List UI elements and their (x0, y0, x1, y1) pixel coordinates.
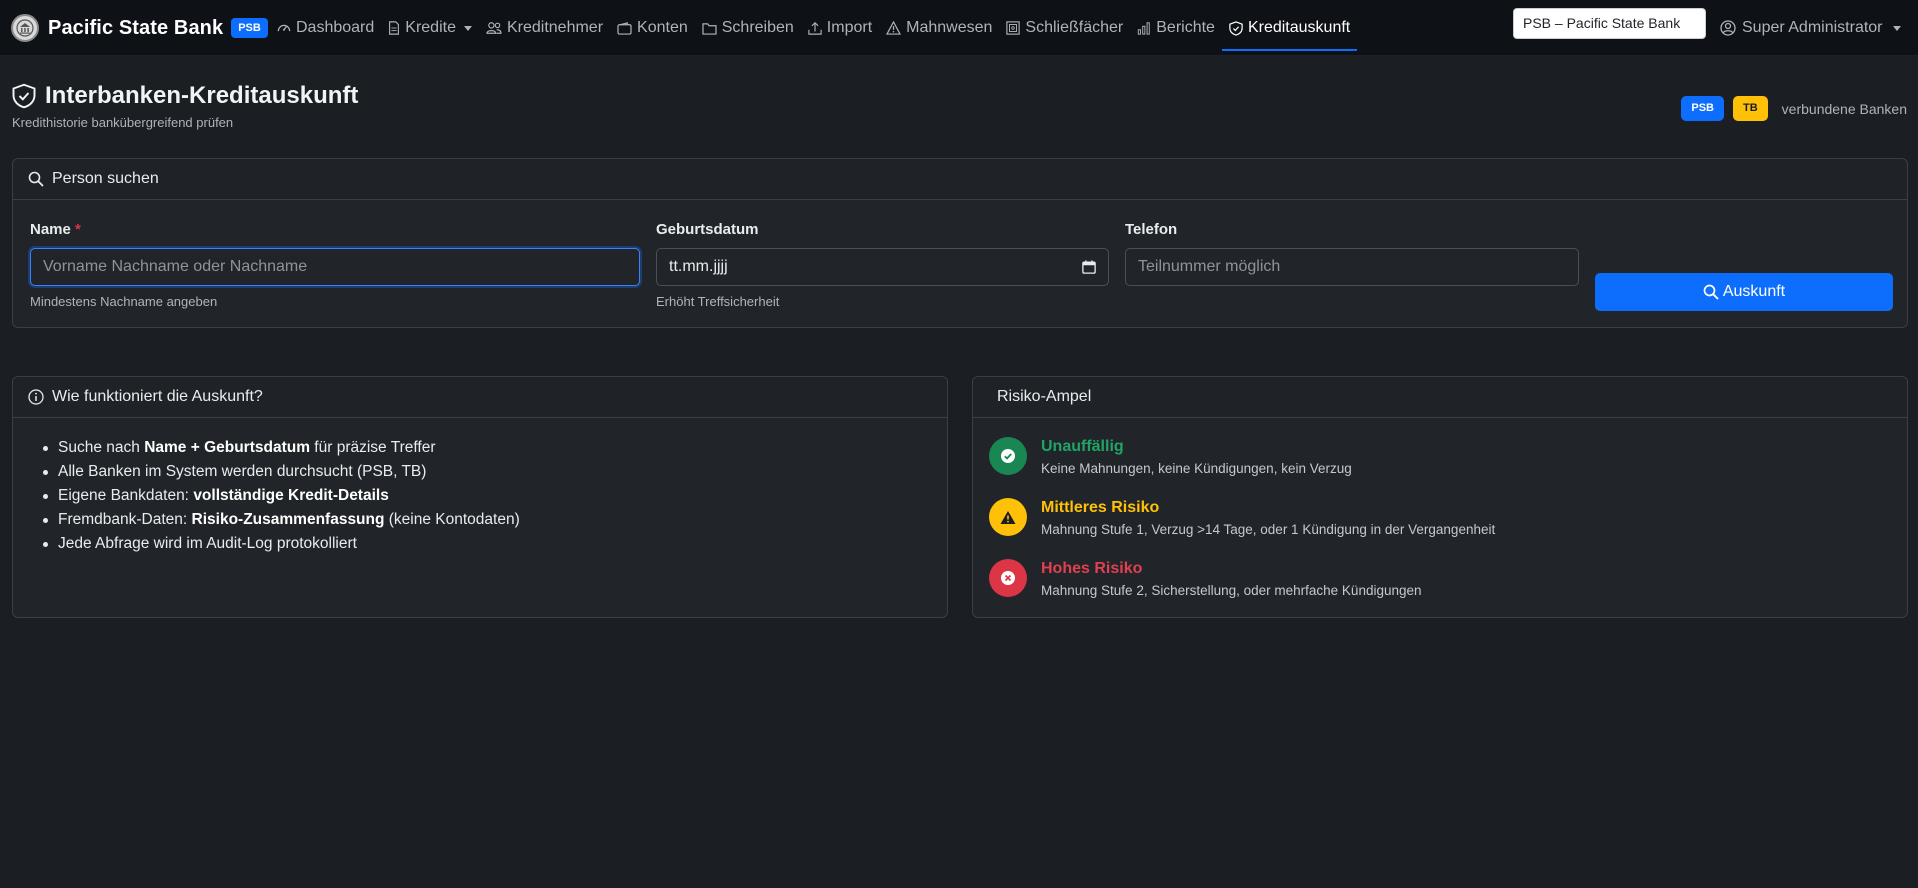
risk-level-medium: Mittleres Risiko Mahnung Stufe 1, Verzug… (989, 498, 1495, 539)
dob-help: Erhöht Treffsicherheit (656, 294, 780, 309)
risk-level-low: Unauffällig Keine Mahnungen, keine Kündi… (989, 437, 1352, 478)
search-card-title: Person suchen (52, 170, 159, 187)
nav-label: Schließfächer (1025, 19, 1124, 36)
nav-label: Import (826, 19, 873, 36)
risk-text: Hohes Risiko Mahnung Stufe 2, Sicherstel… (1041, 559, 1422, 600)
top-navbar: Pacific State Bank PSB Dashboard Kredite… (0, 0, 1918, 56)
risk-title: Hohes Risiko (1041, 560, 1143, 577)
info-card-title: Wie funktioniert die Auskunft? (52, 388, 263, 405)
bar-chart-icon (1138, 22, 1150, 35)
name-label-text: Name (30, 221, 71, 238)
phone-input[interactable] (1125, 248, 1579, 286)
required-mark: * (75, 221, 81, 238)
user-name: Super Administrator (1742, 19, 1883, 36)
brand-badge: PSB (231, 18, 268, 38)
chevron-down-icon (463, 25, 472, 31)
bank-seal-logo (11, 14, 39, 42)
document-icon (389, 21, 400, 35)
connected-banks: PSB TB verbundene Banken (1681, 96, 1907, 121)
risk-level-high: Hohes Risiko Mahnung Stufe 2, Sicherstel… (989, 559, 1422, 600)
nav-item-schreiben[interactable]: Schreiben (695, 5, 801, 51)
search-card: Person suchen Name * Mindestens Nachname… (12, 158, 1908, 328)
nav-item-schliessfaecher[interactable]: Schließfächer (999, 5, 1130, 51)
nav-item-mahnwesen[interactable]: Mahnwesen (879, 5, 999, 51)
name-label: Name * (30, 221, 81, 238)
nav-label: Kreditauskunft (1247, 19, 1351, 36)
nav-label: Dashboard (296, 19, 375, 36)
search-card-header: Person suchen (13, 159, 1907, 200)
name-help: Mindestens Nachname angeben (30, 294, 218, 309)
speedometer-icon (277, 24, 291, 32)
list-item: Alle Banken im System werden durchsucht … (43, 460, 520, 484)
main-nav: Dashboard Kredite Kreditnehmer Konten Sc… (270, 0, 1358, 56)
list-item: Eigene Bankdaten: vollständige Kredit-De… (43, 484, 520, 508)
nav-item-kredite[interactable]: Kredite (381, 5, 479, 51)
nav-item-import[interactable]: Import (801, 5, 879, 51)
info-list: Suche nach Name + Geburtsdatum für präzi… (43, 436, 520, 556)
nav-label: Schreiben (721, 19, 794, 36)
nav-label: Konten (637, 19, 688, 36)
risk-card: Risiko-Ampel Unauffällig Keine Mahnungen… (972, 376, 1908, 618)
shield-check-icon (1229, 20, 1243, 36)
nav-item-kreditauskunft[interactable]: Kreditauskunft (1221, 5, 1358, 51)
info-circle-icon (28, 389, 44, 405)
page-title-text: Interbanken-Kreditauskunft (45, 82, 359, 109)
nav-label: Mahnwesen (906, 19, 993, 36)
user-circle-icon (1720, 20, 1736, 36)
risk-title: Unauffällig (1041, 438, 1124, 455)
calendar-icon[interactable] (1082, 260, 1096, 274)
people-icon (486, 22, 502, 34)
nav-item-dashboard[interactable]: Dashboard (270, 5, 381, 51)
wallet-icon (617, 21, 632, 35)
nav-label: Berichte (1156, 19, 1215, 36)
risk-desc: Mahnung Stufe 1, Verzug >14 Tage, oder 1… (1041, 522, 1496, 537)
chevron-down-icon (1892, 25, 1901, 31)
dob-input[interactable]: tt.mm.jjjj (656, 248, 1109, 286)
auskunft-button-label: Auskunft (1722, 283, 1786, 300)
shield-check-icon (12, 83, 36, 109)
check-circle-icon (989, 437, 1027, 475)
bank-badge-psb: PSB (1681, 96, 1724, 121)
risk-title: Mittleres Risiko (1041, 499, 1160, 516)
risk-desc: Mahnung Stufe 2, Sicherstellung, oder me… (1041, 583, 1422, 598)
nav-item-konten[interactable]: Konten (610, 5, 695, 51)
list-item: Suche nach Name + Geburtsdatum für präzi… (43, 436, 520, 460)
search-icon (28, 171, 44, 187)
bank-badge-tb: TB (1733, 96, 1768, 121)
warning-triangle-icon (989, 498, 1027, 536)
warning-icon (886, 21, 902, 35)
nav-label: Kreditnehmer (506, 19, 604, 36)
auskunft-button[interactable]: Auskunft (1595, 273, 1893, 311)
page-title: Interbanken-Kreditauskunft (12, 82, 358, 110)
risk-card-header: Risiko-Ampel (973, 377, 1907, 418)
bank-select[interactable]: PSB – Pacific State Bank (1513, 8, 1706, 39)
risk-text: Mittleres Risiko Mahnung Stufe 1, Verzug… (1041, 498, 1495, 539)
name-input[interactable] (30, 248, 640, 286)
brand-name: Pacific State Bank (48, 16, 224, 39)
risk-desc: Keine Mahnungen, keine Kündigungen, kein… (1041, 461, 1352, 476)
list-item: Fremdbank-Daten: Risiko-Zusammenfassung … (43, 508, 520, 532)
folder-icon (702, 22, 717, 35)
search-icon (1703, 284, 1719, 300)
dob-label: Geburtsdatum (656, 221, 759, 238)
x-circle-icon (989, 559, 1027, 597)
safe-icon (1006, 21, 1021, 35)
page-subtitle: Kredithistorie bankübergreifend prüfen (12, 115, 234, 130)
phone-label: Telefon (1125, 221, 1178, 238)
info-card-header: Wie funktioniert die Auskunft? (13, 377, 947, 418)
nav-label: Kredite (405, 19, 456, 36)
banks-label: verbundene Banken (1781, 100, 1907, 117)
risk-text: Unauffällig Keine Mahnungen, keine Kündi… (1041, 437, 1352, 478)
nav-item-kreditnehmer[interactable]: Kreditnehmer (479, 5, 610, 51)
upload-icon (808, 21, 822, 35)
info-card: Wie funktioniert die Auskunft? Suche nac… (12, 376, 948, 618)
list-item: Jede Abfrage wird im Audit-Log protokoll… (43, 532, 520, 556)
nav-item-berichte[interactable]: Berichte (1130, 5, 1222, 51)
user-menu[interactable]: Super Administrator (1720, 14, 1901, 42)
brand[interactable]: Pacific State Bank PSB (11, 13, 268, 43)
dob-placeholder: tt.mm.jjjj (669, 258, 728, 275)
risk-card-title: Risiko-Ampel (997, 388, 1092, 405)
